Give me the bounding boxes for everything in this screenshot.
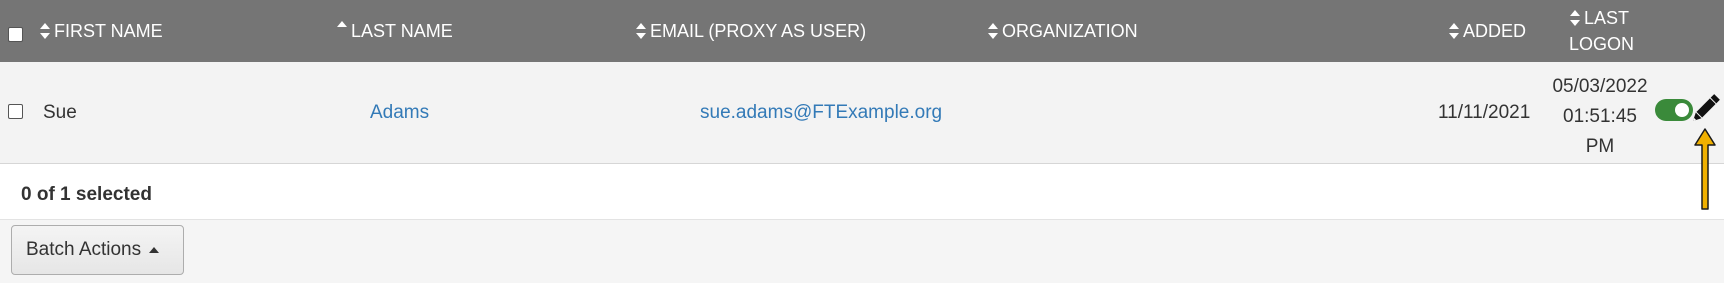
table-row[interactable]: Sue Adams sue.adams@FTExample.org 11/11/… — [0, 62, 1724, 164]
last-logon-ampm: PM — [1585, 136, 1615, 157]
caret-up-icon — [149, 247, 160, 253]
last-logon-cell: 05/03/2022 01:51:45 PM — [1544, 72, 1656, 162]
toggle-knob — [1675, 103, 1689, 117]
column-header-added[interactable]: ADDED — [1448, 0, 1526, 62]
selected-count: 0 of 1 selected — [21, 184, 152, 205]
table-header: FIRST NAME LAST NAME EMAIL (PROXY AS USE… — [0, 0, 1724, 62]
column-header-label: LAST — [1584, 8, 1630, 28]
batch-actions-bar — [0, 219, 1724, 283]
active-toggle-switch[interactable] — [1655, 99, 1693, 121]
sort-both-icon — [1569, 9, 1581, 27]
sort-both-icon — [635, 22, 647, 40]
column-header-first-name[interactable]: FIRST NAME — [39, 0, 163, 62]
sort-both-icon — [987, 22, 999, 40]
column-header-last-name[interactable]: LAST NAME — [336, 0, 453, 62]
email-proxy-link[interactable]: sue.adams@FTExample.org — [700, 102, 942, 124]
select-all-checkbox[interactable] — [8, 26, 23, 42]
batch-actions-label: Batch Actions — [26, 239, 142, 260]
last-logon-time: 01:51:45 — [1563, 106, 1637, 127]
pencil-icon[interactable] — [1690, 92, 1720, 126]
column-header-last-logon[interactable]: LAST LOGON — [1569, 0, 1634, 62]
last-logon-date: 05/03/2022 — [1552, 76, 1648, 97]
column-header-email[interactable]: EMAIL (PROXY AS USER) — [635, 0, 866, 62]
arrow-up-annotation — [1694, 128, 1716, 210]
select-all-cell — [8, 0, 23, 62]
last-name-link[interactable]: Adams — [370, 102, 429, 124]
sort-both-icon — [39, 22, 51, 40]
sort-both-icon — [1448, 22, 1460, 40]
column-header-label: FIRST NAME — [54, 20, 163, 41]
column-header-label: ORGANIZATION — [1002, 20, 1138, 41]
column-header-label: ADDED — [1463, 20, 1527, 41]
column-header-label: LOGON — [1569, 34, 1635, 54]
first-name-cell: Sue — [43, 102, 77, 123]
batch-actions-button[interactable]: Batch Actions — [11, 225, 184, 275]
column-header-label: EMAIL (PROXY AS USER) — [650, 20, 867, 41]
row-select-checkbox[interactable] — [8, 104, 23, 119]
column-header-label: LAST NAME — [351, 20, 453, 41]
added-date-cell: 11/11/2021 — [1438, 102, 1531, 123]
column-header-organization[interactable]: ORGANIZATION — [987, 0, 1138, 62]
sort-ascending-icon — [336, 20, 348, 28]
